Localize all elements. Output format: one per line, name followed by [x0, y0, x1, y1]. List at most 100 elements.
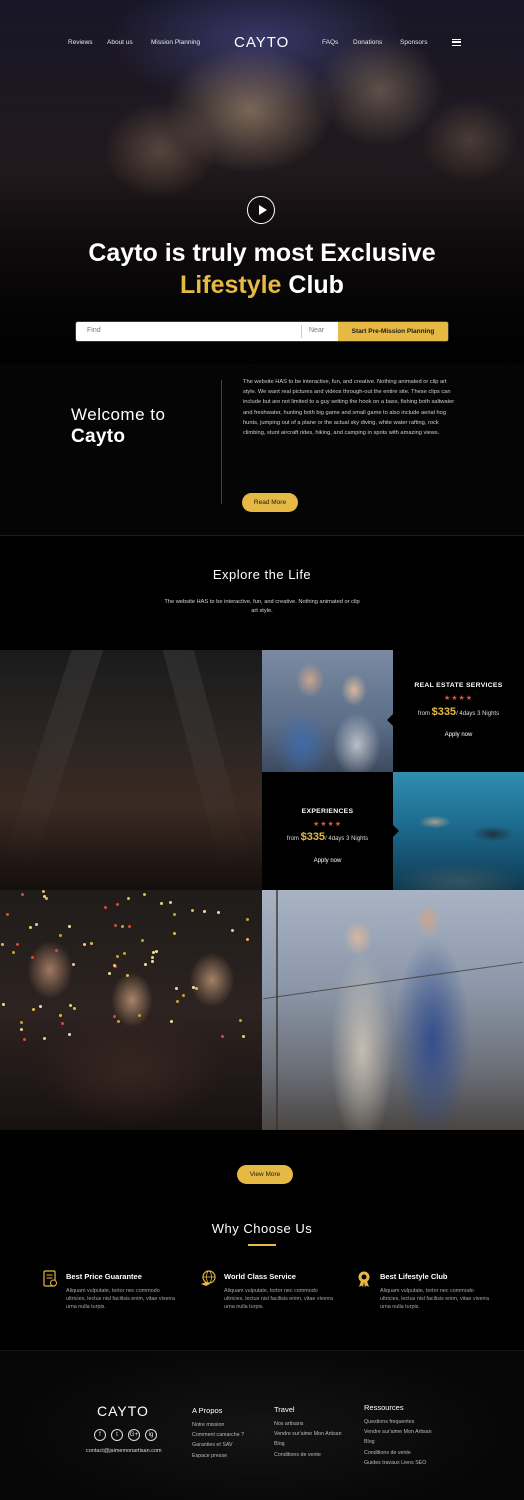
confetti-dot	[35, 923, 38, 926]
footer-link[interactable]: Blog	[364, 1437, 432, 1447]
concert-image[interactable]	[0, 650, 262, 890]
confetti-dot	[169, 901, 172, 904]
confetti-dot	[59, 934, 62, 937]
read-more-button[interactable]: Read More	[242, 493, 298, 512]
confetti-party-image[interactable]	[0, 890, 262, 1130]
google-plus-icon[interactable]: G+	[128, 1429, 140, 1441]
apply-now-link[interactable]: Apply now	[393, 732, 524, 738]
feature-title: Best Lifestyle Club	[380, 1272, 448, 1281]
confetti-dot	[170, 1020, 173, 1023]
find-input[interactable]: Find	[87, 327, 101, 334]
confetti-dot	[160, 902, 163, 905]
footer-column-title: Travel	[274, 1405, 295, 1414]
confetti-dot	[126, 974, 129, 977]
footer-column-ressources: Ressources Questions frequentes Vendre s…	[364, 1403, 432, 1468]
footer-link[interactable]: Nos artisans	[274, 1419, 342, 1429]
confetti-dot	[173, 913, 176, 916]
confetti-dot	[31, 956, 34, 959]
confetti-dot	[176, 1000, 179, 1003]
nav-faqs[interactable]: FAQs	[322, 39, 338, 46]
facebook-icon[interactable]: f	[94, 1429, 106, 1441]
card-price: from $335/ 4days 3 Nights	[393, 706, 524, 718]
card-pointer	[393, 825, 399, 837]
diver-image[interactable]	[393, 772, 524, 890]
confetti-dot	[68, 925, 71, 928]
nav-about-us[interactable]: About us	[107, 39, 133, 46]
site-logo[interactable]: CAYTO	[234, 34, 289, 51]
price-amount: $335	[431, 706, 457, 718]
confetti-dot	[116, 955, 119, 958]
confetti-dot	[104, 906, 107, 909]
footer-link[interactable]: Notre mission	[192, 1420, 244, 1430]
welcome-heading: Welcome to Cayto	[71, 404, 165, 448]
play-video-button[interactable]	[247, 196, 275, 224]
footer-link[interactable]: Garanties et SAV	[192, 1440, 244, 1450]
view-more-button[interactable]: View More	[237, 1165, 293, 1184]
confetti-dot	[192, 986, 195, 989]
footer-link[interactable]: Questions frequentes	[364, 1417, 432, 1427]
footer-link[interactable]: Espace presse	[192, 1451, 244, 1461]
welcome-heading-line1: Welcome to	[71, 405, 166, 424]
globe-hand-icon	[201, 1270, 216, 1286]
card-pointer	[387, 714, 393, 726]
footer-column-travel: Travel Nos artisans Vendre sur'aime Mon …	[274, 1405, 342, 1460]
confetti-dot	[203, 910, 206, 913]
confetti-dot	[128, 925, 131, 928]
twitter-icon[interactable]: t	[111, 1429, 123, 1441]
welcome-heading-brand: Cayto	[71, 426, 126, 447]
hero-overlay	[0, 0, 524, 364]
confetti-dot	[217, 911, 220, 914]
footer-link[interactable]: Comment camarche ?	[192, 1430, 244, 1440]
confetti-dot	[143, 893, 146, 896]
near-input[interactable]: Near	[309, 327, 324, 334]
confetti-dot	[1, 943, 4, 946]
real-estate-card[interactable]: REAL ESTATE SERVICES ★★★★ from $335/ 4da…	[393, 650, 524, 772]
confetti-dot	[12, 951, 15, 954]
nav-reviews[interactable]: Reviews	[68, 39, 93, 46]
confetti-dot	[123, 952, 126, 955]
footer-link[interactable]: Vendre sur'aime Mon Artisan	[274, 1429, 342, 1439]
stage-light	[3, 650, 107, 869]
footer	[0, 1350, 524, 1500]
footer-link[interactable]: Blog	[274, 1439, 342, 1449]
confetti-dot	[138, 1014, 141, 1017]
footer-link[interactable]: Guides travaux Liens SEO	[364, 1458, 432, 1468]
sailing-couple-image[interactable]	[262, 890, 524, 1130]
start-planning-button[interactable]: Start Pre-Mission Planning	[338, 322, 448, 341]
nav-donations[interactable]: Donations	[353, 39, 382, 46]
why-choose-us-title: Why Choose Us	[211, 1221, 313, 1236]
couple-image[interactable]	[262, 650, 393, 772]
footer-link[interactable]: Vendre sur'aime Mon Artisan	[364, 1427, 432, 1437]
confetti-dot	[182, 994, 185, 997]
confetti-dot	[29, 926, 32, 929]
instagram-icon[interactable]: ig	[145, 1429, 157, 1441]
contact-email[interactable]: contact@jaimemonartisan.com	[86, 1448, 162, 1454]
card-title: REAL ESTATE SERVICES	[414, 682, 503, 689]
confetti-dot	[72, 963, 75, 966]
footer-link[interactable]: Conditions de vente	[364, 1448, 432, 1458]
confetti-dot	[55, 949, 58, 952]
hero-title: Cayto is truly most Exclusive Lifestyle …	[0, 237, 524, 301]
confetti-dot	[6, 913, 9, 916]
apply-now-link[interactable]: Apply now	[262, 858, 393, 864]
footer-column-title: A Propos	[192, 1406, 223, 1415]
confetti-dot	[141, 939, 144, 942]
confetti-dot	[175, 987, 178, 990]
footer-link[interactable]: Conditions de vente	[274, 1450, 342, 1460]
search-divider	[301, 325, 302, 338]
card-price: from $335/ 4days 3 Nights	[262, 831, 393, 843]
nav-sponsors[interactable]: Sponsors	[400, 39, 427, 46]
card-title: EXPERIENCES	[301, 808, 354, 815]
footer-logo[interactable]: CAYTO	[97, 1403, 149, 1419]
confetti-dot	[32, 1008, 35, 1011]
confetti-dot	[20, 1028, 23, 1031]
experiences-card[interactable]: EXPERIENCES ★★★★ from $335/ 4days 3 Nigh…	[262, 772, 393, 890]
boat-rigging	[263, 961, 523, 1000]
confetti-dot	[231, 929, 234, 932]
confetti-dot	[242, 1035, 245, 1038]
hero-title-line1: Cayto is truly most Exclusive	[88, 239, 436, 267]
confetti-dot	[68, 1033, 71, 1036]
nav-mission-planning[interactable]: Mission Planning	[151, 39, 200, 46]
hamburger-menu-icon[interactable]	[452, 39, 461, 46]
price-period: / 4days 3 Nights	[456, 711, 500, 717]
